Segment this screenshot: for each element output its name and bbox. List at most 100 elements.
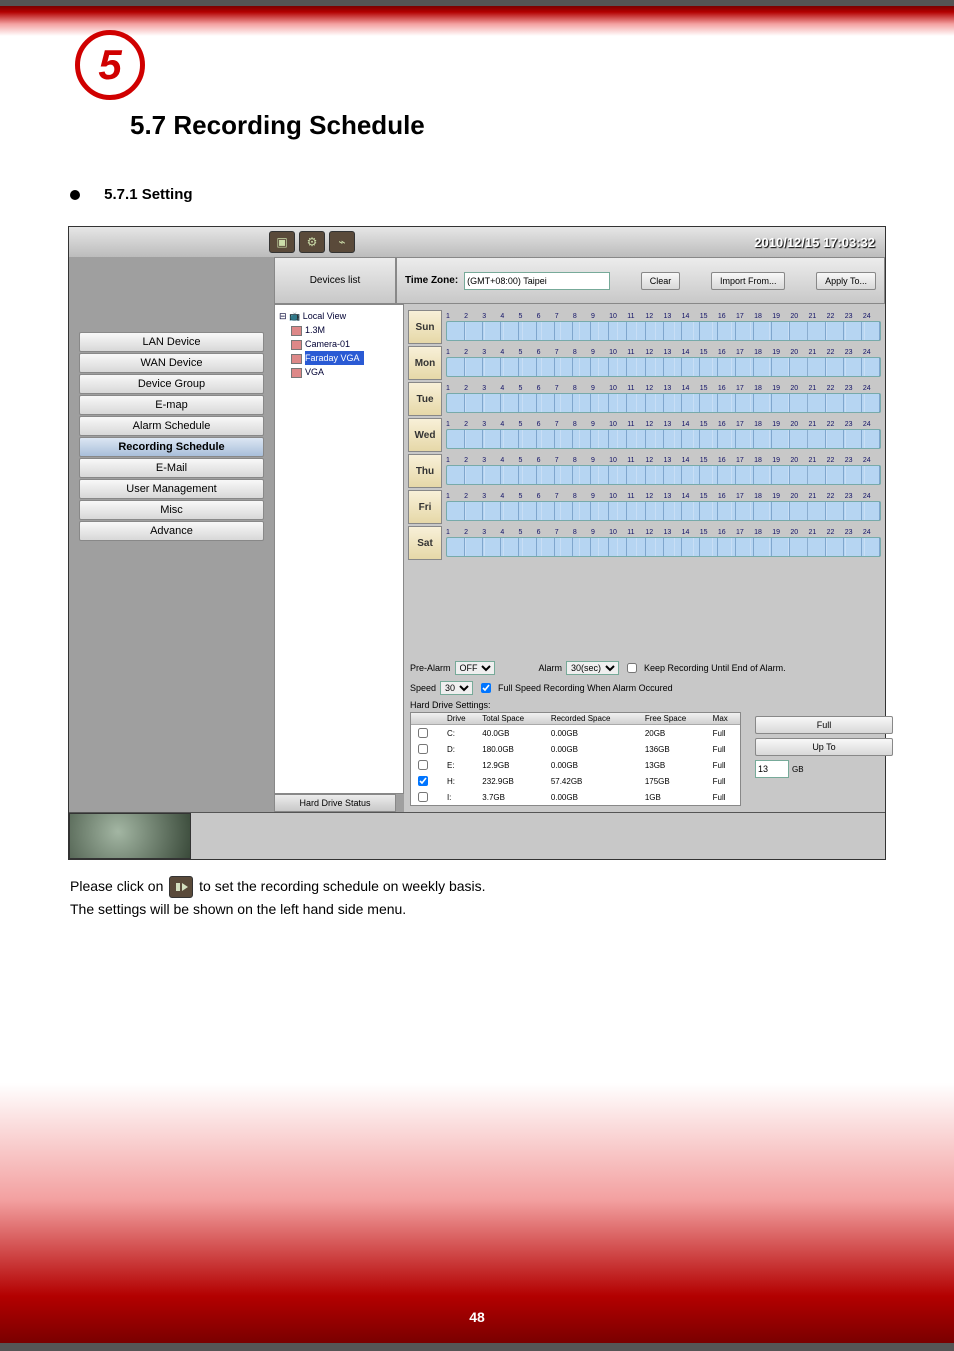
app-window: ▣ ⚙ ⌁ 2010/12/15 17:03:32 LAN DeviceWAN …: [68, 226, 886, 860]
apply-button[interactable]: Apply To...: [816, 272, 876, 290]
day-row-tue[interactable]: Tue1234567891011121314151617181920212223…: [408, 382, 881, 416]
hd-row-checkbox[interactable]: [418, 744, 428, 754]
prealarm-label: Pre-Alarm: [410, 663, 451, 673]
preview-bar: [69, 812, 885, 859]
hour-bar[interactable]: [446, 321, 881, 341]
schedule-icon: [169, 876, 193, 898]
heading-num: 5.7: [130, 110, 173, 140]
hd-header: Max: [710, 713, 740, 725]
hd-row-checkbox[interactable]: [418, 728, 428, 738]
hd-settings-label: Hard Drive Settings:: [410, 700, 879, 710]
tree-item[interactable]: Faraday VGA: [279, 351, 399, 365]
hour-bar[interactable]: [446, 393, 881, 413]
nav-e-mail[interactable]: E-Mail: [79, 458, 264, 478]
table-row[interactable]: I:3.7GB0.00GB1GBFull: [411, 789, 740, 805]
day-row-wed[interactable]: Wed1234567891011121314151617181920212223…: [408, 418, 881, 452]
toolbar-gear-icon[interactable]: ⚙: [299, 231, 325, 253]
instruction-text: Please click on to set the recording sch…: [70, 875, 894, 920]
day-label: Sun: [408, 310, 442, 344]
table-row[interactable]: D:180.0GB0.00GB136GBFull: [411, 741, 740, 757]
day-label: Tue: [408, 382, 442, 416]
nav-advance[interactable]: Advance: [79, 521, 264, 541]
table-row[interactable]: C:40.0GB0.00GB20GBFull: [411, 725, 740, 742]
tree-item[interactable]: VGA: [279, 365, 399, 379]
hd-status-label: Hard Drive Status: [274, 794, 396, 812]
nav-device-group[interactable]: Device Group: [79, 374, 264, 394]
full-speed-label: Full Speed Recording When Alarm Occured: [498, 683, 673, 693]
day-row-fri[interactable]: Fri1234567891011121314151617181920212223…: [408, 490, 881, 524]
day-label: Thu: [408, 454, 442, 488]
day-label: Sat: [408, 526, 442, 560]
bullet-icon: [70, 190, 80, 200]
camera-preview: [69, 813, 191, 859]
day-row-mon[interactable]: Mon1234567891011121314151617181920212223…: [408, 346, 881, 380]
hd-gb-unit: GB: [792, 765, 804, 774]
device-tree[interactable]: ⊟ 📺 Local View1.3MCamera-01Faraday VGAVG…: [274, 304, 404, 794]
devices-list-header: Devices list: [274, 257, 396, 304]
day-label: Wed: [408, 418, 442, 452]
alarm-label: Alarm: [539, 663, 563, 673]
tree-item[interactable]: Camera-01: [279, 337, 399, 351]
hour-bar[interactable]: [446, 429, 881, 449]
clear-button[interactable]: Clear: [641, 272, 681, 290]
hd-header: Recorded Space: [548, 713, 642, 725]
toolbar-icon-a[interactable]: ▣: [269, 231, 295, 253]
hd-header: [411, 713, 444, 725]
side-nav: LAN DeviceWAN DeviceDevice GroupE-mapAla…: [69, 312, 274, 812]
day-label: Mon: [408, 346, 442, 380]
instr-b: to set the recording schedule on weekly …: [199, 878, 485, 894]
full-speed-checkbox[interactable]: [481, 683, 491, 693]
table-row[interactable]: E:12.9GB0.00GB13GBFull: [411, 757, 740, 773]
keep-recording-label: Keep Recording Until End of Alarm.: [644, 663, 786, 673]
table-row[interactable]: H:232.9GB57.42GB175GBFull: [411, 773, 740, 789]
hd-header: Free Space: [642, 713, 710, 725]
clock: 2010/12/15 17:03:32: [754, 235, 875, 250]
hour-bar[interactable]: [446, 537, 881, 557]
day-label: Fri: [408, 490, 442, 524]
import-button[interactable]: Import From...: [711, 272, 786, 290]
nav-lan-device[interactable]: LAN Device: [79, 332, 264, 352]
page-number: 48: [0, 1309, 954, 1325]
hour-bar[interactable]: [446, 465, 881, 485]
tree-root[interactable]: ⊟ 📺 Local View: [279, 309, 399, 323]
day-row-sun[interactable]: Sun1234567891011121314151617181920212223…: [408, 310, 881, 344]
timezone-input[interactable]: [464, 272, 610, 290]
nav-misc[interactable]: Misc: [79, 500, 264, 520]
window-toolbar: ▣ ⚙ ⌁ 2010/12/15 17:03:32: [69, 227, 885, 257]
nav-wan-device[interactable]: WAN Device: [79, 353, 264, 373]
day-row-thu[interactable]: Thu1234567891011121314151617181920212223…: [408, 454, 881, 488]
heading-text: Recording Schedule: [173, 110, 424, 140]
toolbar-schedule-icon[interactable]: ⌁: [329, 231, 355, 253]
tree-item[interactable]: 1.3M: [279, 323, 399, 337]
timezone-label: Time Zone:: [405, 275, 458, 286]
hd-full-button[interactable]: Full: [755, 716, 893, 734]
record-settings: Pre-Alarm OFF Alarm 30(sec) Keep Recordi…: [404, 654, 885, 812]
nav-alarm-schedule[interactable]: Alarm Schedule: [79, 416, 264, 436]
instr-c: The settings will be shown on the left h…: [70, 901, 406, 917]
hd-gb-input[interactable]: [755, 760, 789, 778]
day-row-sat[interactable]: Sat1234567891011121314151617181920212223…: [408, 526, 881, 560]
sub-heading: 5.7.1 Setting: [104, 186, 192, 203]
hour-bar[interactable]: [446, 357, 881, 377]
hd-row-checkbox[interactable]: [418, 792, 428, 802]
keep-recording-checkbox[interactable]: [627, 663, 637, 673]
instr-a: Please click on: [70, 878, 167, 894]
schedule-grid[interactable]: Sun1234567891011121314151617181920212223…: [404, 304, 885, 654]
nav-e-map[interactable]: E-map: [79, 395, 264, 415]
alarm-select[interactable]: 30(sec): [566, 661, 619, 675]
hd-header: Drive: [444, 713, 479, 725]
nav-recording-schedule[interactable]: Recording Schedule: [79, 437, 264, 457]
hour-bar[interactable]: [446, 501, 881, 521]
nav-user-management[interactable]: User Management: [79, 479, 264, 499]
hd-row-checkbox[interactable]: [418, 760, 428, 770]
sub-heading-row: 5.7.1 Setting: [70, 186, 894, 203]
hd-header: Total Space: [479, 713, 548, 725]
speed-select[interactable]: 30: [440, 681, 473, 695]
prealarm-select[interactable]: OFF: [455, 661, 495, 675]
hd-upto-button[interactable]: Up To: [755, 738, 893, 756]
hd-row-checkbox[interactable]: [418, 776, 428, 786]
chapter-badge: 5: [75, 30, 145, 100]
page-title: 5.7 Recording Schedule: [130, 110, 894, 141]
speed-label: Speed: [410, 683, 436, 693]
hd-table[interactable]: DriveTotal SpaceRecorded SpaceFree Space…: [410, 712, 741, 806]
